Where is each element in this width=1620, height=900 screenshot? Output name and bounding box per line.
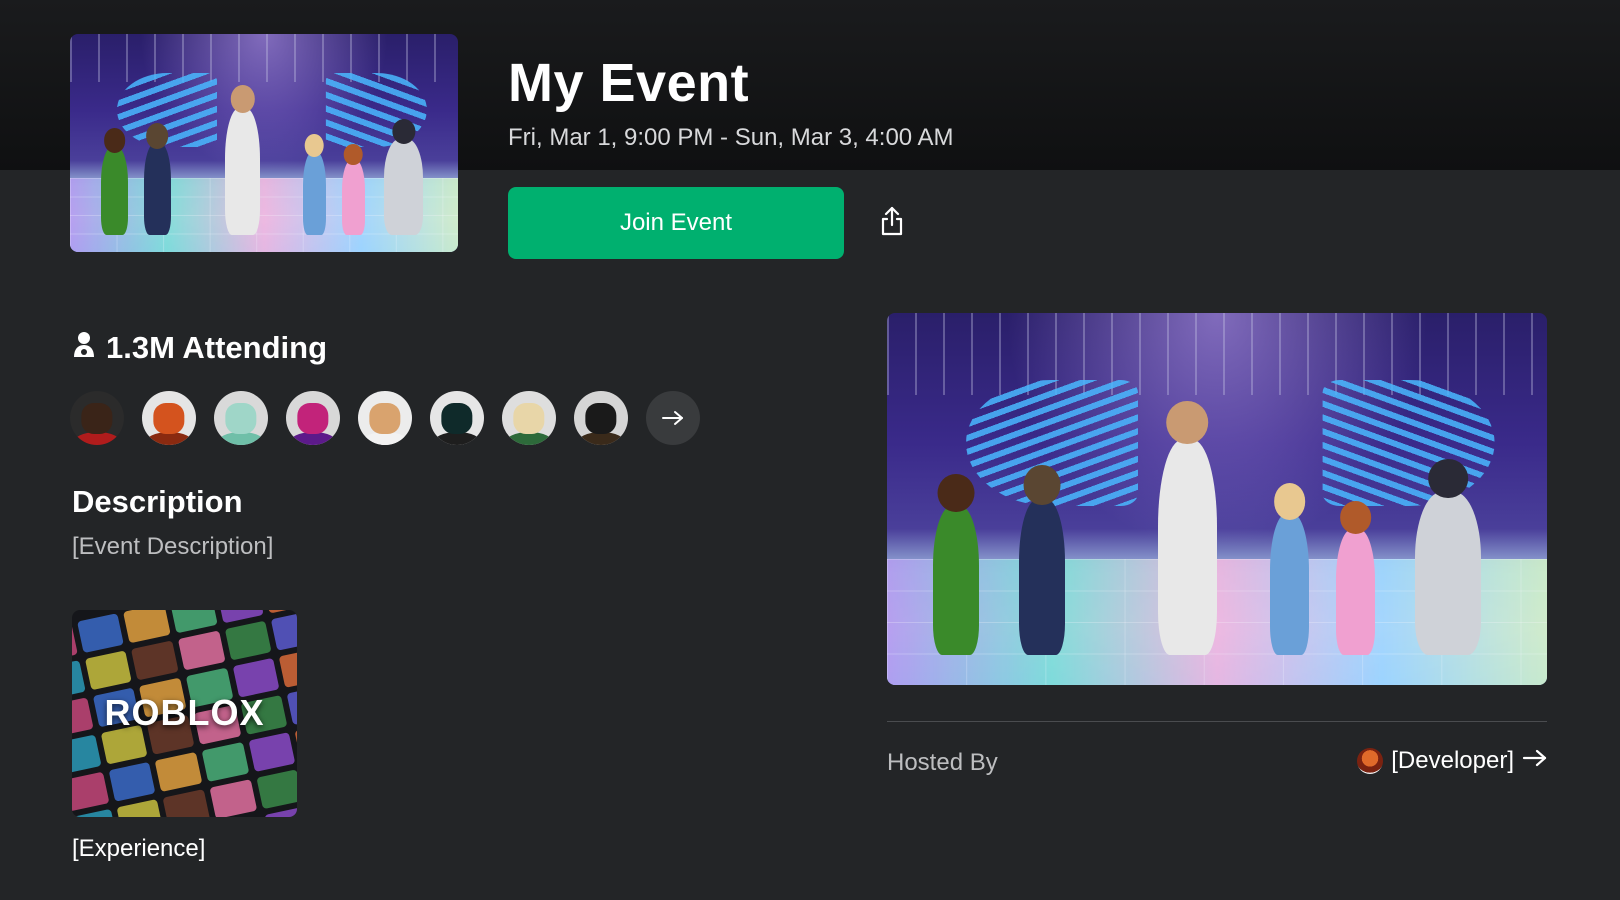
experience-name[interactable]: [Experience] bbox=[72, 835, 205, 863]
attendee-avatar[interactable] bbox=[358, 391, 412, 445]
event-image bbox=[887, 313, 1547, 685]
arrow-right-icon bbox=[1522, 747, 1548, 775]
event-thumbnail bbox=[70, 34, 458, 252]
hosted-by-label: Hosted By bbox=[887, 749, 998, 776]
attending-label: 1.3M Attending bbox=[106, 330, 328, 365]
description-text: [Event Description] bbox=[72, 533, 274, 560]
experience-card[interactable]: ROBLOX bbox=[72, 610, 297, 817]
share-icon bbox=[878, 205, 906, 242]
attendee-avatar[interactable] bbox=[286, 391, 340, 445]
developer-link[interactable]: [Developer] bbox=[1357, 745, 1548, 777]
developer-name: [Developer] bbox=[1391, 747, 1514, 774]
arrow-right-icon bbox=[662, 411, 683, 425]
event-dates: Fri, Mar 1, 9:00 PM - Sun, Mar 3, 4:00 A… bbox=[508, 124, 954, 151]
see-all-attendees-button[interactable] bbox=[646, 391, 700, 445]
share-button[interactable] bbox=[872, 203, 912, 243]
attendee-avatar[interactable] bbox=[214, 391, 268, 445]
event-title: My Event bbox=[508, 53, 750, 113]
roblox-logo: ROBLOX bbox=[104, 692, 265, 733]
attendee-avatar[interactable] bbox=[70, 391, 124, 445]
attendee-avatar[interactable] bbox=[142, 391, 196, 445]
developer-avatar bbox=[1357, 748, 1384, 774]
join-event-button[interactable]: Join Event bbox=[508, 187, 844, 259]
attendee-avatars bbox=[70, 391, 700, 445]
attending-count: 1.3M Attending bbox=[72, 328, 327, 368]
attendee-avatar[interactable] bbox=[502, 391, 556, 445]
person-icon bbox=[72, 330, 96, 366]
divider bbox=[887, 721, 1547, 722]
attendee-avatar[interactable] bbox=[574, 391, 628, 445]
description-heading: Description bbox=[72, 484, 243, 519]
attendee-avatar[interactable] bbox=[430, 391, 484, 445]
